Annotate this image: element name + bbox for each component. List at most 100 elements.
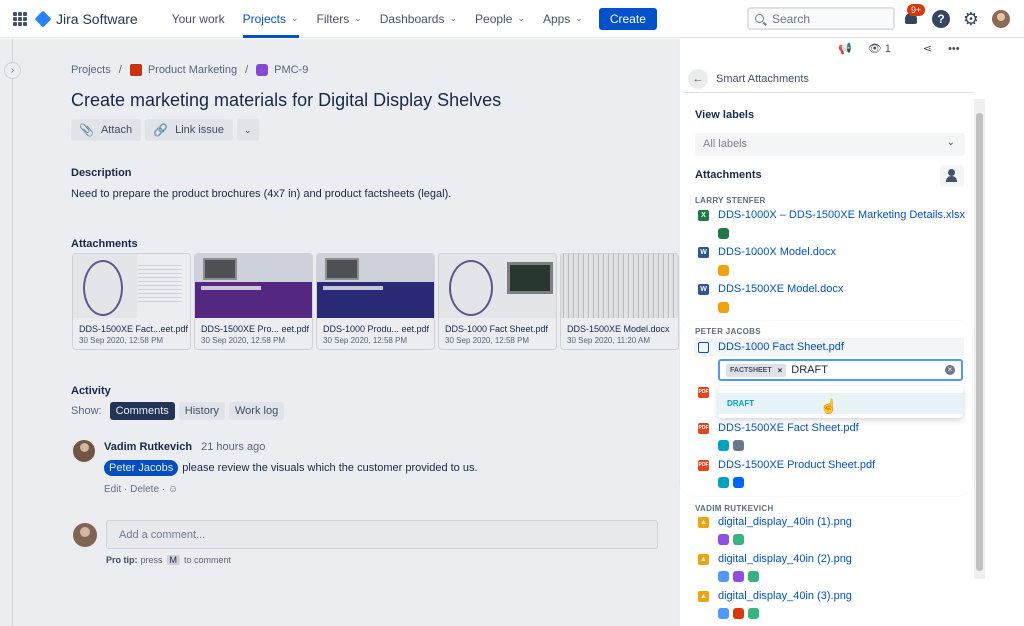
expand-sidebar-chevron-icon[interactable]: › <box>4 62 21 79</box>
attachment-thumbnail[interactable]: DDS-1500XE Fact...eet.pdf 30 Sep 2020, 1… <box>73 254 190 349</box>
label-chip[interactable] <box>718 571 729 582</box>
jira-logo[interactable]: Jira Software <box>34 10 138 27</box>
nav-your-work-label: Your work <box>171 11 225 26</box>
add-comment-input[interactable]: Add a comment... <box>106 520 658 549</box>
attachment-row[interactable]: W DDS-1500XE Model.docx <box>698 283 843 295</box>
pdf-file-icon: PDF <box>698 459 709 471</box>
attachment-row[interactable]: ▲ digital_display_40in (1).png <box>698 516 852 528</box>
breadcrumb-issue-key[interactable]: PMC-9 <box>274 64 308 76</box>
label-chip[interactable] <box>718 302 729 313</box>
tab-history[interactable]: History <box>178 402 225 420</box>
attachment-link[interactable]: DDS-1000 Fact Sheet.pdf <box>718 341 844 353</box>
attachment-row[interactable]: X DDS-1000X – DDS-1500XE Marketing Detai… <box>698 209 965 221</box>
feedback-megaphone-icon[interactable]: 📢 <box>838 42 852 55</box>
paperclip-icon: 📎 <box>79 123 94 137</box>
attachment-name: DDS-1500XE Model.docx <box>567 324 670 334</box>
clear-input-icon[interactable]: × <box>945 365 955 375</box>
watch-eye-icon[interactable]: 👁 1 <box>868 42 907 55</box>
labels-filter-value: All labels <box>703 138 748 150</box>
attachment-link[interactable]: DDS-1000X Model.docx <box>718 246 836 258</box>
nav-dashboards[interactable]: Dashboards ⌄ <box>380 0 457 38</box>
view-labels-heading: View labels <box>695 109 755 121</box>
attachment-link[interactable]: DDS-1500XE Model.docx <box>718 283 843 295</box>
user-mention[interactable]: Peter Jacobs <box>104 460 179 476</box>
word-file-icon: W <box>698 246 709 258</box>
nav-filters-label: Filters <box>316 11 350 26</box>
label-chip[interactable] <box>718 265 729 276</box>
label-editor-input[interactable]: FACTSHEET × DRAFT × <box>718 359 963 381</box>
label-chip[interactable] <box>733 477 744 488</box>
attachment-thumbnail[interactable]: DDS-1000 Produ... eet.pdf 30 Sep 2020, 1… <box>317 254 434 349</box>
help-icon[interactable]: ? <box>932 10 950 28</box>
nav-dashboards-label: Dashboards <box>379 11 445 26</box>
tab-work-log[interactable]: Work log <box>229 402 285 420</box>
nav-people[interactable]: People ⌄ <box>475 0 525 38</box>
more-actions-chevron-icon[interactable]: ⌄ <box>237 119 259 141</box>
attachment-row[interactable]: PDF DDS-1500XE Fact Sheet.pdf <box>698 422 859 434</box>
label-chip[interactable] <box>733 571 744 582</box>
search-input[interactable]: Search <box>747 7 895 30</box>
label-tag-text: FACTSHEET <box>730 366 772 374</box>
attachment-link[interactable]: DDS-1500XE Fact Sheet.pdf <box>718 422 859 434</box>
attachment-preview <box>317 254 434 318</box>
attachment-preview <box>195 254 312 318</box>
label-chip[interactable] <box>718 608 729 619</box>
nav-your-work[interactable]: Your work <box>172 0 225 38</box>
attachment-link[interactable]: digital_display_40in (1).png <box>718 516 852 528</box>
remove-label-icon[interactable]: × <box>778 366 783 375</box>
attachment-link[interactable]: DDS-1500XE Product Sheet.pdf <box>718 459 875 471</box>
comment-time[interactable]: 21 hours ago <box>201 441 265 453</box>
chevron-down-icon: ⌄ <box>290 13 299 23</box>
issue-title[interactable]: Create marketing materials for Digital D… <box>71 90 501 111</box>
settings-gear-icon[interactable]: ⚙ <box>962 10 980 28</box>
nav-filters[interactable]: Filters ⌄ <box>317 0 362 38</box>
pdf-file-icon: PDF <box>698 387 709 398</box>
attachment-link[interactable]: digital_display_40in (2).png <box>718 553 852 565</box>
comment-actions[interactable]: Edit · Delete · ☺ <box>104 484 178 495</box>
tab-comments[interactable]: Comments <box>109 402 175 420</box>
label-chip[interactable] <box>733 608 744 619</box>
link-issue-button[interactable]: 🔗 Link issue <box>145 119 234 141</box>
attachment-link[interactable]: digital_display_40in (3).png <box>718 590 852 602</box>
label-chip[interactable] <box>733 440 744 451</box>
attachments-panel-heading: Attachments <box>695 169 762 181</box>
create-button[interactable]: Create <box>598 7 657 30</box>
smart-attachments-title: Smart Attachments <box>716 72 809 85</box>
panel-scrollbar[interactable] <box>974 99 985 579</box>
breadcrumb-project[interactable]: Product Marketing <box>148 64 237 76</box>
attachment-row[interactable]: ▲ digital_display_40in (3).png <box>698 590 852 602</box>
label-chip[interactable] <box>733 534 744 545</box>
more-options-icon[interactable]: ••• <box>948 43 960 55</box>
attachment-row[interactable]: W DDS-1000X Model.docx <box>698 246 836 258</box>
profile-avatar[interactable] <box>992 10 1010 28</box>
attachments-heading: Attachments <box>71 238 138 250</box>
label-chip[interactable] <box>748 608 759 619</box>
label-chip[interactable] <box>718 477 729 488</box>
attachment-thumbnail[interactable]: DDS-1500XE Model.docx 30 Sep 2020, 11:20… <box>561 254 678 349</box>
select-checkbox[interactable] <box>698 341 709 353</box>
label-chip[interactable] <box>718 228 729 239</box>
labels-filter-select[interactable]: All labels ⌄ <box>695 133 965 156</box>
label-chip[interactable] <box>748 571 759 582</box>
label-chip[interactable] <box>718 534 729 545</box>
share-icon[interactable]: ⋖ <box>923 42 932 55</box>
attachment-row[interactable]: ▲ digital_display_40in (2).png <box>698 553 852 565</box>
attachment-row[interactable]: PDF DDS-1500XE Product Sheet.pdf <box>698 459 875 471</box>
back-arrow-icon[interactable]: ← <box>688 68 708 89</box>
description-text[interactable]: Need to prepare the product brochures (4… <box>71 188 451 200</box>
group-by-person-icon[interactable] <box>940 165 964 187</box>
app-switcher-icon[interactable] <box>13 11 27 26</box>
attachment-link[interactable]: DDS-1000X – DDS-1500XE Marketing Details… <box>718 209 965 221</box>
nav-apps[interactable]: Apps ⌄ <box>543 0 583 38</box>
label-suggestion-option[interactable]: DRAFT <box>718 393 963 414</box>
attachment-thumbnail[interactable]: DDS-1500XE Pro... eet.pdf 30 Sep 2020, 1… <box>195 254 312 349</box>
attachment-thumbnail[interactable]: DDS-1000 Fact Sheet.pdf 30 Sep 2020, 12:… <box>439 254 556 349</box>
label-chip[interactable] <box>718 440 729 451</box>
breadcrumb-projects[interactable]: Projects <box>71 64 111 76</box>
comment-author-avatar[interactable] <box>73 440 95 462</box>
comment-author[interactable]: Vadim Rutkevich <box>104 441 192 453</box>
attachment-row[interactable]: DDS-1000 Fact Sheet.pdf <box>698 341 844 353</box>
attach-button[interactable]: 📎 Attach <box>71 119 142 141</box>
nav-projects[interactable]: Projects ⌄ <box>242 0 299 38</box>
label-input-text[interactable]: DRAFT <box>791 364 828 376</box>
